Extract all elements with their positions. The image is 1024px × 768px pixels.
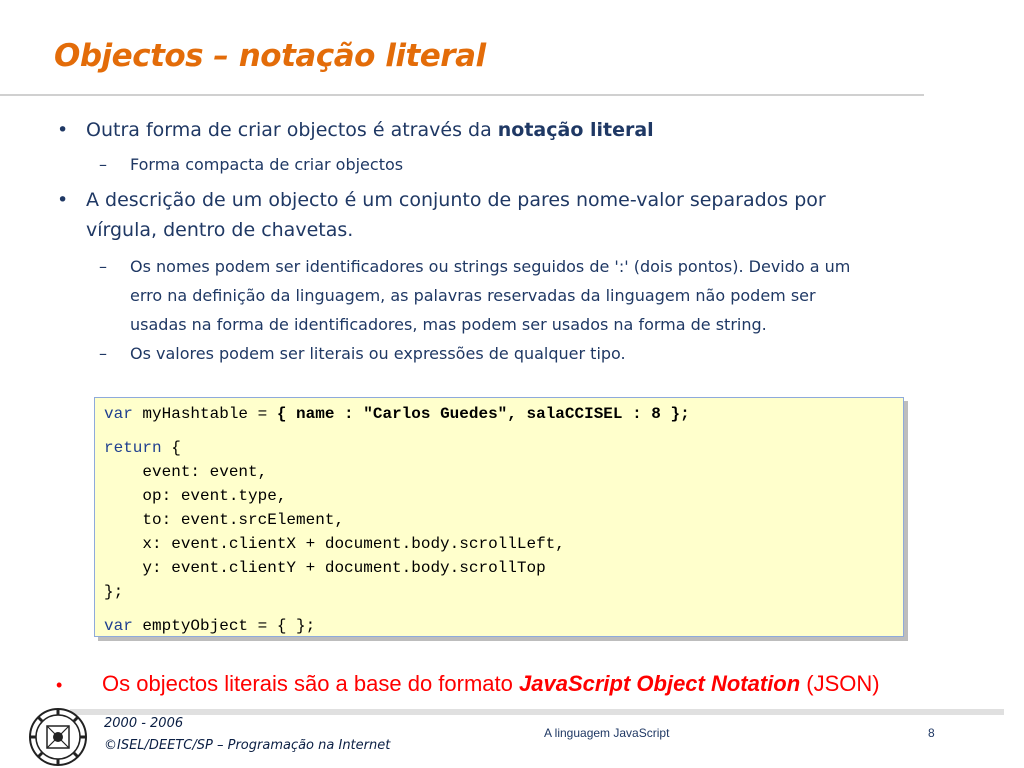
footer-years: 2000 - 2006 — [104, 716, 184, 731]
bullet-2-line-2: vírgula, dentro de chavetas. — [86, 219, 354, 241]
code-line-5: to: event.srcElement, — [104, 511, 345, 529]
code-block: var myHashtable = { name : "Carlos Guede… — [94, 397, 904, 637]
bullet-marker: • — [57, 189, 69, 211]
bullet-2-sub-2-text: Os valores podem ser literais ou express… — [130, 344, 626, 363]
dash-marker: – — [99, 257, 107, 276]
dash-marker: – — [99, 344, 107, 363]
code-keyword: var — [104, 617, 133, 635]
code-line-9: var emptyObject = { }; — [104, 616, 315, 636]
code-line-6: x: event.clientX + document.body.scrollL… — [104, 535, 565, 553]
bullet-2-sub-1-line-2: erro na definição da linguagem, as palav… — [130, 286, 816, 305]
bullet-2-sub-2: – Os valores podem ser literais ou expre… — [99, 339, 626, 368]
json-bullet-emphasis: JavaScript Object Notation — [519, 671, 801, 696]
bullet-2-line-1: A descrição de um objecto é um conjunto … — [86, 189, 826, 211]
bullet-2-sub-1-line-3: usadas na forma de identificadores, mas … — [130, 315, 767, 334]
bullet-2-sub-1: – Os nomes podem ser identificadores ou … — [99, 252, 851, 339]
bullet-1: • Outra forma de criar objectos é atravé… — [57, 115, 654, 145]
code-line-1: var myHashtable = { name : "Carlos Guede… — [104, 404, 690, 424]
footer-divider — [70, 709, 1004, 715]
title-divider — [0, 94, 924, 96]
code-line-3: event: event, — [104, 463, 268, 481]
json-bullet-tail: (JSON) — [800, 671, 880, 696]
isel-logo-icon — [29, 708, 87, 766]
page-number: 8 — [928, 726, 935, 740]
bullet-1-text: Outra forma de criar objectos é através … — [86, 119, 498, 141]
bullet-marker: • — [57, 119, 69, 141]
code-line-2: return { — [104, 438, 181, 458]
code-keyword: var — [104, 405, 133, 423]
bullet-1-sub: – Forma compacta de criar objectos — [99, 150, 404, 179]
footer-course-title: A linguagem JavaScript — [544, 726, 670, 740]
code-line-8: }; — [104, 583, 124, 601]
code-line-7: y: event.clientY + document.body.scrollT… — [104, 559, 546, 577]
json-bullet-text: Os objectos literais são a base do forma… — [102, 671, 519, 696]
code-bold-literal: { name : "Carlos Guedes", salaCCISEL : 8… — [276, 405, 690, 423]
bullet-marker: • — [56, 675, 63, 695]
code-text: { — [161, 439, 181, 457]
code-line-4: op: event.type, — [104, 487, 287, 505]
bullet-2-sub-1-line-1: Os nomes podem ser identificadores ou st… — [130, 257, 851, 276]
slide-title: Objectos – notação literal — [54, 38, 486, 74]
bullet-1-bold: notação literal — [497, 119, 654, 141]
bullet-2: • A descrição de um objecto é um conjunt… — [57, 185, 826, 245]
footer-credit: ©ISEL/DEETC/SP – Programação na Internet — [104, 738, 391, 753]
code-text: myHashtable = — [132, 405, 277, 423]
code-keyword: return — [104, 439, 162, 457]
code-text: emptyObject = { }; — [132, 617, 316, 635]
dash-marker: – — [99, 155, 107, 174]
bullet-1-sub-text: Forma compacta de criar objectos — [130, 155, 404, 174]
